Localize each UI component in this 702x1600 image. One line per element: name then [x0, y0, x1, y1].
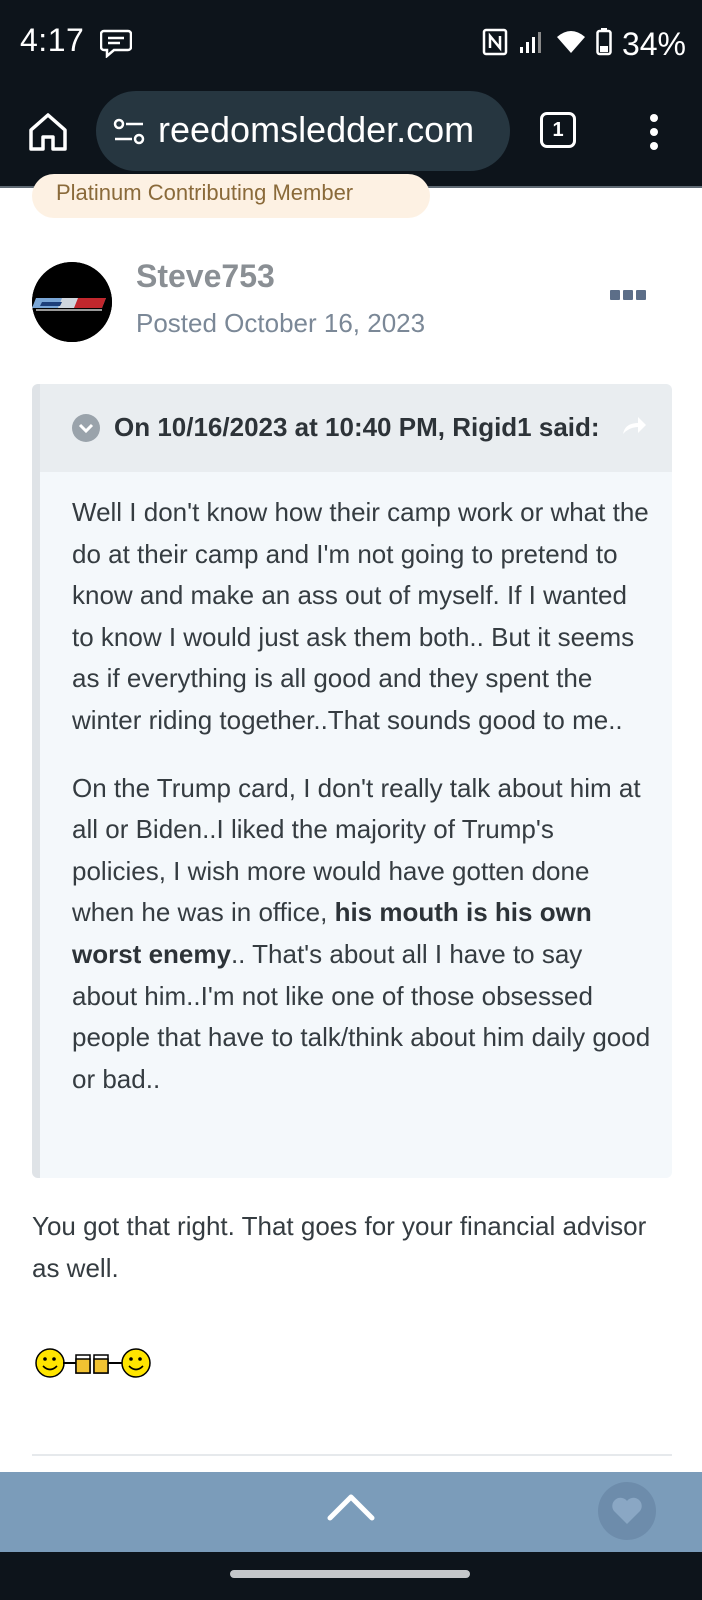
wifi-icon [556, 29, 586, 60]
home-gesture-handle[interactable] [230, 1570, 470, 1578]
quote-body: Well I don't know how their camp work or… [72, 492, 652, 1126]
share-arrow-icon[interactable] [620, 414, 648, 443]
heart-icon[interactable] [598, 1482, 656, 1540]
reply-text: You got that right. That goes for your f… [32, 1211, 647, 1283]
quote-paragraph: Well I don't know how their camp work or… [72, 497, 649, 735]
battery-percent: 34% [621, 26, 686, 62]
nfc-icon [482, 28, 508, 61]
overflow-menu-icon[interactable] [640, 110, 668, 154]
home-icon[interactable] [26, 110, 70, 154]
url-text[interactable]: reedomsledder.com [158, 109, 474, 151]
battery-icon [596, 28, 612, 61]
bottom-action-bar [0, 1472, 702, 1552]
browser-toolbar: reedomsledder.com 1 [0, 88, 702, 188]
message-icon [99, 28, 133, 63]
quote-block: On 10/16/2023 at 10:40 PM, Rigid1 said: … [32, 384, 672, 1178]
chevron-down-icon[interactable] [72, 414, 100, 442]
author-name[interactable]: Steve753 [136, 258, 275, 295]
quote-citation: On 10/16/2023 at 10:40 PM, Rigid1 said: [114, 412, 600, 442]
quote-header: On 10/16/2023 at 10:40 PM, Rigid1 said: [40, 384, 672, 472]
scroll-up-icon[interactable] [326, 1492, 376, 1527]
divider [32, 1454, 672, 1456]
signal-icon [518, 29, 546, 60]
status-bar: 4:17 34% [0, 0, 702, 88]
post-options-icon[interactable] [610, 290, 650, 306]
tabs-icon[interactable]: 1 [540, 112, 576, 148]
system-nav-bar [0, 1552, 702, 1600]
quote-paragraph: On the Trump card, I don't really talk a… [72, 768, 652, 1101]
member-badge: Platinum Contributing Member [32, 174, 430, 218]
site-settings-icon[interactable] [112, 115, 146, 154]
address-bar[interactable]: reedomsledder.com [96, 91, 510, 171]
avatar[interactable] [32, 262, 112, 342]
post-date[interactable]: Posted October 16, 2023 [136, 308, 425, 339]
cheers-emoji [34, 1346, 154, 1380]
status-time: 4:17 [20, 22, 85, 58]
